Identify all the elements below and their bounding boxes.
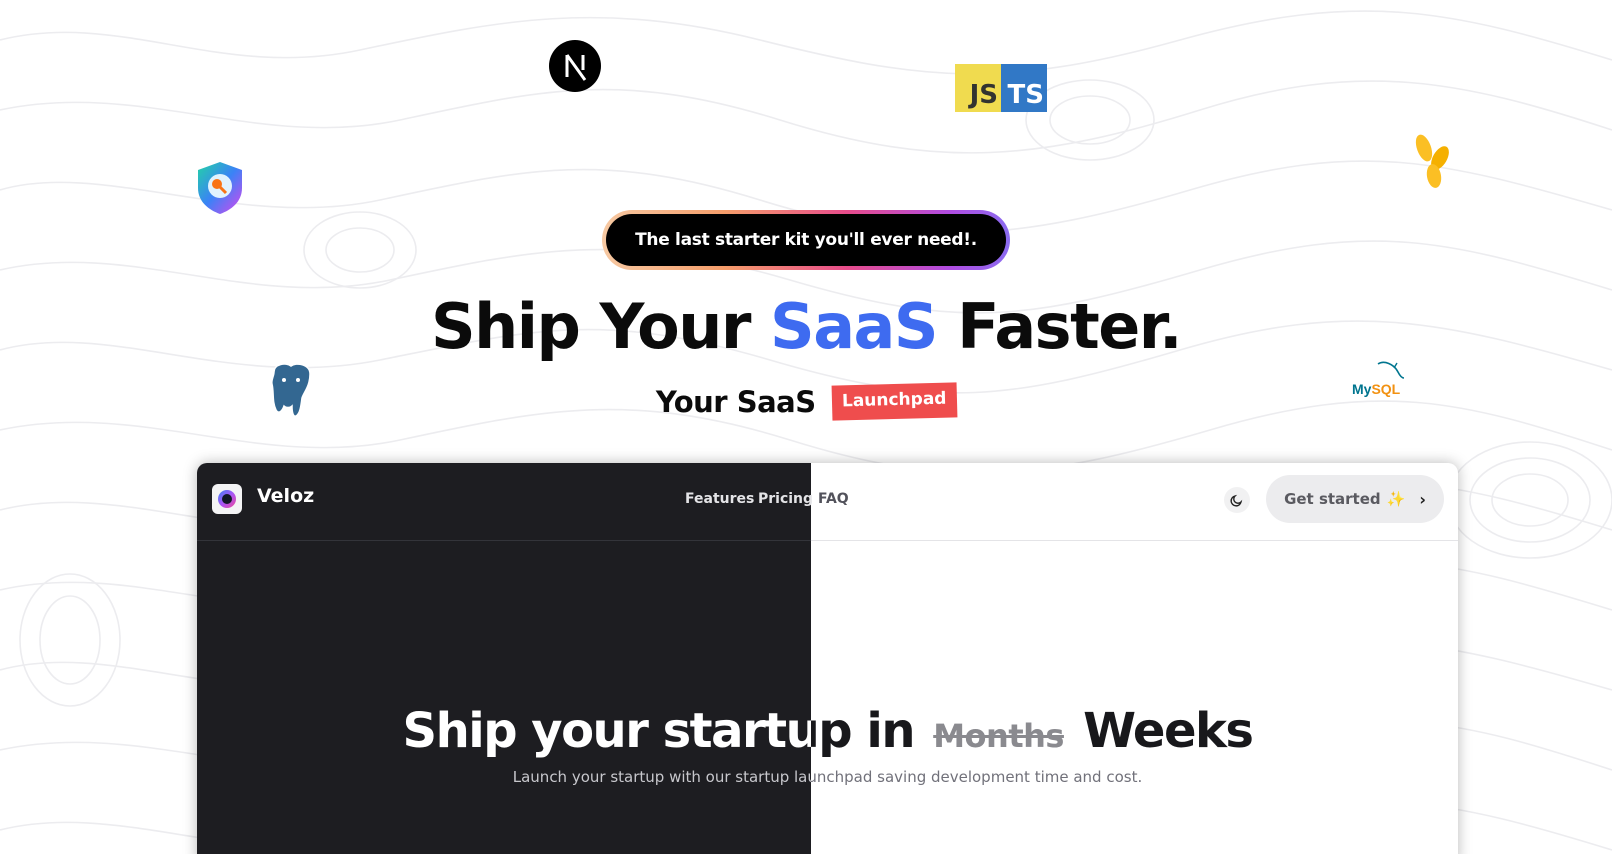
hero-subtitle-text: Your SaaS	[655, 384, 816, 419]
lemonsqueezy-logo-icon	[1410, 132, 1458, 192]
ts-label: TS	[1001, 64, 1047, 112]
nextjs-logo-icon	[549, 40, 601, 92]
hero-subtitle: Your SaaS Launchpad	[0, 382, 1612, 421]
shield-key-icon	[195, 160, 245, 216]
js-label: JS	[955, 64, 1001, 112]
preview-description: Launch your startup with our startup lau…	[811, 768, 1143, 786]
tagline-badge-text: The last starter kit you'll ever need!.	[606, 214, 1006, 266]
js-ts-logo-icon: JS TS	[955, 64, 1047, 112]
app-preview-window: Veloz Features Pricing FAQ Get started ✨…	[197, 463, 1458, 854]
hero-title-part1: Ship Your	[430, 290, 771, 363]
launchpad-badge: Launchpad	[831, 382, 957, 421]
hero-title-part2: Faster.	[937, 290, 1182, 363]
preview-headline: Ship your startup in Months Weeks	[402, 703, 811, 759]
hero-title-accent: SaaS	[770, 290, 938, 363]
headline-dark-clip: Ship your startup in Months Weeks Launch…	[197, 463, 811, 854]
headline-light-clip: Ship your startup in Months Weeks Launch…	[811, 463, 1458, 854]
preview-description: Launch your startup with our startup lau…	[512, 768, 811, 786]
tagline-badge: The last starter kit you'll ever need!.	[602, 210, 1010, 270]
hero-title: Ship Your SaaS Faster.	[0, 290, 1612, 363]
preview-headline: Ship your startup in Months Weeks	[811, 703, 1254, 759]
